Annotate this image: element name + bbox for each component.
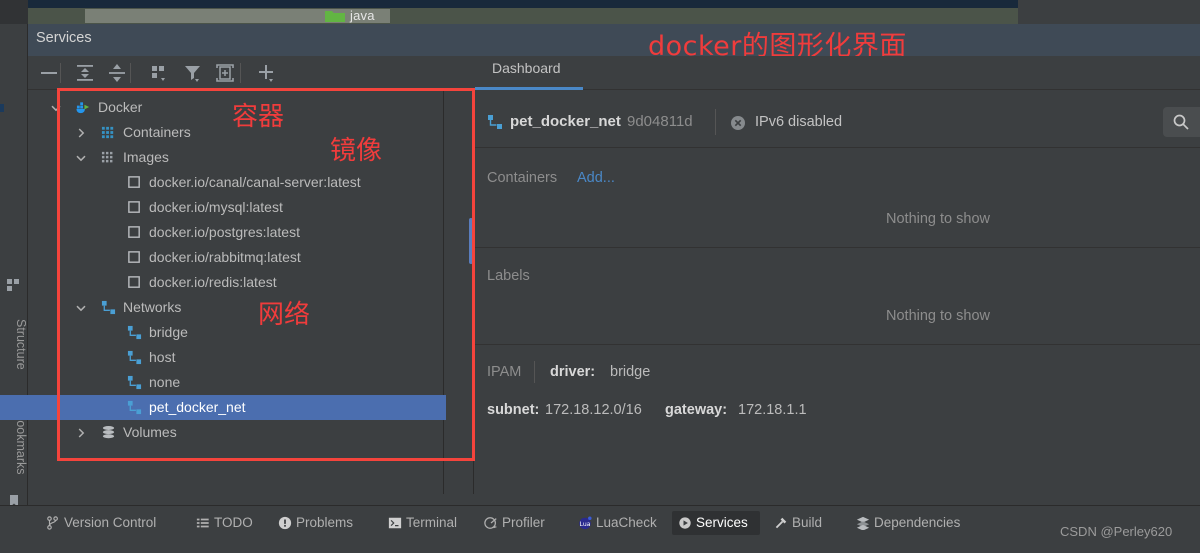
filter-icon[interactable]: [180, 60, 206, 86]
containers-label: Containers: [487, 170, 558, 186]
group-by-icon[interactable]: [146, 60, 172, 86]
collapse-all-icon[interactable]: [104, 60, 130, 86]
toolbar-separator-3: [240, 63, 241, 83]
detail-tabs-bar: [475, 56, 1200, 90]
disabled-circle-icon: [731, 116, 745, 130]
ipam-gateway-value: 172.18.1.1: [738, 402, 807, 418]
status-bar-item-label: Build: [792, 515, 823, 530]
ipv6-status-label: IPv6 disabled: [755, 114, 843, 130]
status-bar-item-label: LuaCheck: [596, 515, 657, 530]
ipam-separator: [534, 361, 535, 383]
status-bar-item-problems[interactable]: Problems: [272, 511, 376, 535]
search-button[interactable]: [1163, 107, 1200, 137]
dependencies-icon: [856, 516, 870, 530]
network-id: 9d04811d: [627, 113, 693, 130]
status-bar-item-profiler[interactable]: Profiler: [478, 511, 570, 535]
editor-top-darkband: [28, 0, 1018, 8]
ipam-gateway-key: gateway:: [665, 402, 728, 418]
luacheck-icon: Lua: [579, 516, 592, 530]
status-bar-item-label: Dependencies: [874, 515, 961, 530]
ipam-driver-value: bridge: [610, 364, 651, 380]
labels-empty-text: Nothing to show: [886, 308, 990, 324]
toolbar-separator-1: [60, 63, 61, 83]
containers-empty-text: Nothing to show: [886, 211, 990, 227]
ipam-subnet-value: 172.18.12.0/16: [545, 402, 642, 418]
todo-icon: [196, 518, 209, 528]
problems-icon: [278, 516, 292, 530]
status-bar-item-todo[interactable]: TODO: [190, 511, 266, 535]
status-bar-item-build[interactable]: Build: [768, 511, 846, 535]
services-icon: [679, 517, 691, 529]
status-bar-item-version-control[interactable]: Version Control: [40, 511, 174, 535]
ipam-label: IPAM: [487, 364, 522, 380]
status-bar-item-dependencies[interactable]: Dependencies: [850, 511, 976, 535]
tab-dashboard[interactable]: Dashboard: [492, 60, 561, 76]
svg-text:Lua: Lua: [580, 521, 591, 528]
status-bar-item-label: Version Control: [64, 515, 157, 530]
search-icon: [1173, 114, 1189, 130]
page-title: Services: [36, 30, 92, 46]
minus-icon[interactable]: [36, 60, 62, 86]
folder-icon: [325, 11, 345, 22]
editor-tab-chip-left: [85, 9, 285, 23]
status-bar-item-services[interactable]: Services: [672, 511, 760, 535]
status-bar-item-luacheck[interactable]: Lua LuaCheck: [572, 511, 676, 535]
toolbar-separator-2: [130, 63, 131, 83]
add-container-link[interactable]: Add...: [577, 170, 615, 186]
containers-section: [475, 148, 1200, 248]
terminal-icon: [388, 517, 402, 529]
annotation-tree-highlight-box: [57, 88, 475, 461]
labels-label: Labels: [487, 268, 530, 284]
status-bar-item-label: Terminal: [406, 515, 458, 530]
services-header-bar: [28, 24, 1200, 56]
header-separator: [715, 109, 716, 135]
frame-plus-icon[interactable]: [212, 60, 238, 86]
status-bar-item-label: Problems: [296, 515, 354, 530]
labels-section: [475, 248, 1200, 345]
editor-top-right-fill: [1018, 0, 1200, 24]
network-icon: [488, 115, 502, 129]
plus-icon[interactable]: [254, 60, 280, 86]
network-name: pet_docker_net: [510, 113, 621, 130]
status-bar-item-label: Services: [696, 515, 748, 530]
ipam-subnet-key: subnet:: [487, 402, 540, 418]
status-bar-item-terminal[interactable]: Terminal: [382, 511, 482, 535]
editor-tab-label: java: [350, 8, 375, 23]
expand-all-icon[interactable]: [72, 60, 98, 86]
watermark: CSDN @Perley620: [1060, 524, 1173, 539]
ipam-driver-key: driver:: [550, 364, 596, 380]
build-icon: [775, 517, 787, 529]
profiler-icon: [484, 517, 498, 529]
branch-icon: [47, 516, 58, 530]
status-bar-item-label: TODO: [214, 515, 253, 530]
status-bar-item-label: Profiler: [502, 515, 545, 530]
